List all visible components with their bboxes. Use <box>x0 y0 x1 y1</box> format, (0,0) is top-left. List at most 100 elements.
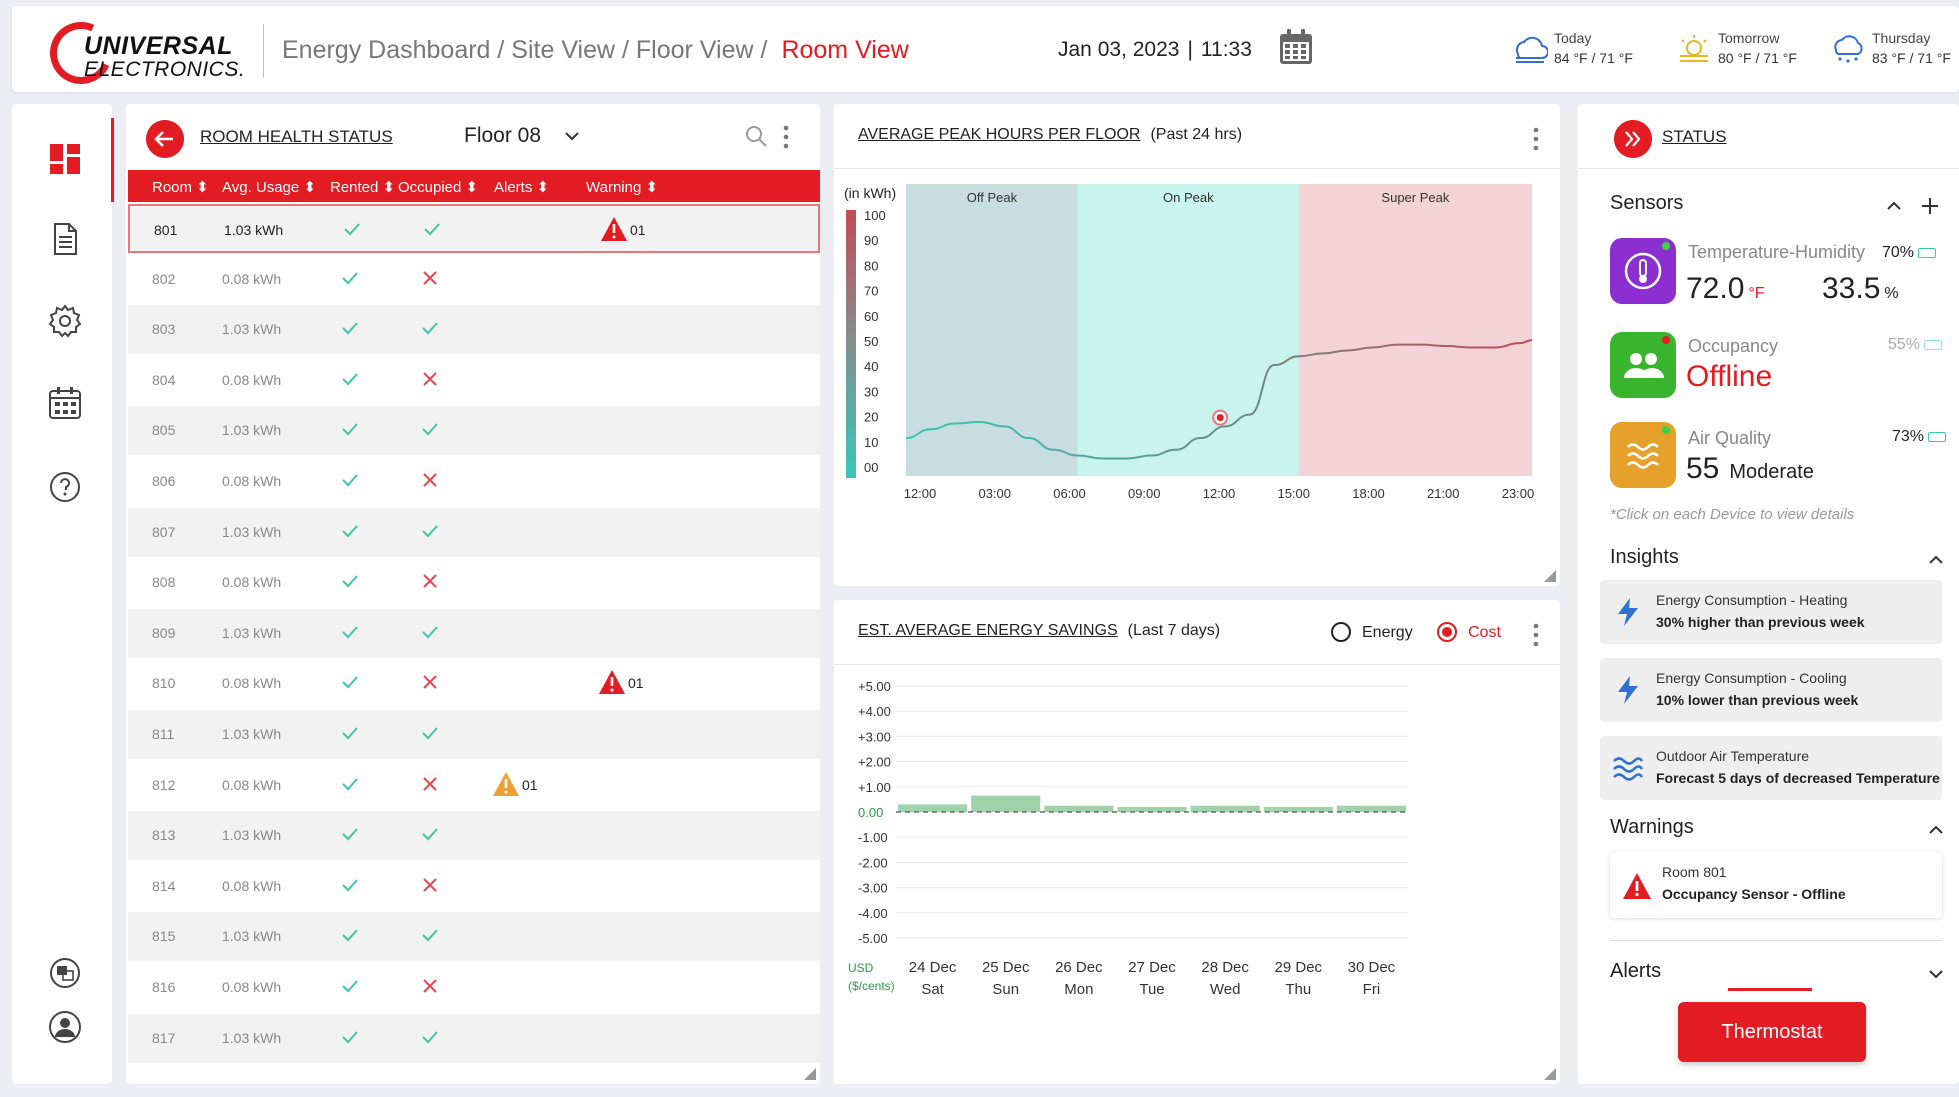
chevron-up-icon[interactable] <box>1928 822 1944 838</box>
table-row[interactable]: 804 0.08 kWh <box>128 356 820 405</box>
table-row[interactable]: 805 1.03 kWh <box>128 406 820 456</box>
y-tick-label: 30 <box>864 384 878 399</box>
peak-chart-subtitle: (Past 24 hrs) <box>1150 126 1243 143</box>
thermostat-button[interactable]: Thermostat <box>1678 1002 1866 1062</box>
weather-thursday: Thursday 83 °F / 71 °F <box>1830 30 1959 74</box>
table-row[interactable]: 811 1.03 kWh <box>128 710 820 759</box>
energy-radio-label[interactable]: Energy <box>1362 624 1413 642</box>
document-icon[interactable] <box>48 222 82 256</box>
check-icon <box>342 322 358 335</box>
date-time: Jan 03, 2023 | 11:33 <box>1058 38 1252 62</box>
x-tick-weekday: Sun <box>992 981 1019 998</box>
y-tick-label: -3.00 <box>858 881 888 896</box>
chevron-down-icon[interactable] <box>1928 966 1944 982</box>
room-number: 803 <box>152 321 176 338</box>
floor-selector[interactable]: Floor 08 <box>464 124 541 148</box>
search-icon[interactable] <box>744 124 768 148</box>
room-number: 809 <box>152 624 176 641</box>
y-tick-label: -5.00 <box>858 931 888 946</box>
calendar-nav-icon[interactable] <box>48 386 82 420</box>
add-sensor-icon[interactable] <box>1920 196 1940 216</box>
brand-logo[interactable]: UNIVERSAL ELECTRONICS. <box>41 13 250 93</box>
air-quality-sensor-tile[interactable] <box>1610 422 1676 488</box>
x-tick-label: 06:00 <box>1053 486 1086 501</box>
table-row[interactable]: 810 0.08 kWh 01 <box>128 659 820 708</box>
alert-triangle-icon[interactable] <box>492 771 520 797</box>
cost-radio-label[interactable]: Cost <box>1468 624 1501 642</box>
resize-handle-icon[interactable] <box>804 1068 816 1080</box>
chevron-up-icon[interactable] <box>1928 552 1944 568</box>
savings-bar <box>898 804 968 812</box>
cost-radio[interactable] <box>1436 621 1458 643</box>
calendar-icon[interactable] <box>1278 28 1314 66</box>
warning-room: Room 801 <box>1662 864 1727 880</box>
col-room[interactable]: Room ⬍ <box>152 178 209 196</box>
col-occupied[interactable]: Occupied ⬍ <box>398 178 478 196</box>
resize-handle-icon[interactable] <box>1544 570 1556 582</box>
back-arrow-button[interactable] <box>146 120 184 158</box>
table-row[interactable]: 816 0.08 kWh <box>128 963 820 1012</box>
x-tick-weekday: Sat <box>921 981 944 998</box>
settings-icon[interactable] <box>48 304 82 338</box>
col-rented[interactable]: Rented ⬍ <box>330 178 395 196</box>
header-divider <box>263 24 264 78</box>
table-row[interactable]: 809 1.03 kWh <box>128 608 820 658</box>
warning-triangle-icon[interactable] <box>600 216 628 242</box>
table-row[interactable]: 807 1.03 kWh <box>128 507 820 557</box>
table-row[interactable]: 813 1.03 kWh <box>128 811 820 861</box>
highlight-point <box>1216 414 1224 422</box>
resize-handle-icon[interactable] <box>1544 1068 1556 1080</box>
room-number: 805 <box>152 422 176 439</box>
insight-card[interactable]: Energy Consumption - Heating 30% higher … <box>1600 580 1942 644</box>
chevron-down-icon[interactable] <box>564 128 580 144</box>
insight-title: Outdoor Air Temperature <box>1656 748 1810 764</box>
translate-icon[interactable] <box>48 956 82 990</box>
y-axis-label-detail: ($/cents) <box>848 979 895 993</box>
collapse-panel-button[interactable] <box>1614 120 1652 158</box>
col-alerts[interactable]: Alerts ⬍ <box>494 178 549 196</box>
alerts-indicator <box>1728 988 1812 991</box>
y-tick-label: +5.00 <box>858 679 891 694</box>
sensor-note: *Click on each Device to view details <box>1610 506 1855 523</box>
col-usage[interactable]: Avg. Usage ⬍ <box>222 178 316 196</box>
more-options-icon[interactable] <box>782 124 790 150</box>
table-row[interactable]: 803 1.03 kWh <box>128 305 820 355</box>
table-row[interactable]: 806 0.08 kWh <box>128 457 820 506</box>
avg-usage: 1.03 kWh <box>224 222 284 238</box>
table-row[interactable]: 802 0.08 kWh <box>128 255 820 304</box>
check-icon <box>422 423 438 436</box>
more-options-icon[interactable] <box>1532 126 1540 152</box>
dashboard-icon[interactable] <box>48 142 82 176</box>
help-icon[interactable] <box>48 470 82 504</box>
avg-usage: 0.08 kWh <box>222 979 282 995</box>
breadcrumb-path[interactable]: Energy Dashboard / Site View / Floor Vie… <box>282 36 767 64</box>
occupancy-sensor-tile[interactable] <box>1610 332 1676 398</box>
savings-chart-heading: EST. AVERAGE ENERGY SAVINGS (Last 7 days) <box>858 622 1220 640</box>
peak-chart-title: AVERAGE PEAK HOURS PER FLOOR <box>858 126 1141 143</box>
temperature-sensor-tile[interactable] <box>1610 238 1676 304</box>
table-row[interactable]: 808 0.08 kWh <box>128 558 820 607</box>
y-tick-label: +3.00 <box>858 729 891 744</box>
energy-radio[interactable] <box>1330 621 1352 643</box>
check-icon <box>342 271 358 285</box>
table-row[interactable]: 801 1.03 kWh 01 <box>128 204 820 253</box>
table-row[interactable]: 812 0.08 kWh 01 <box>128 761 820 810</box>
table-row[interactable]: 814 0.08 kWh <box>128 862 820 911</box>
avg-usage: 1.03 kWh <box>222 1029 282 1046</box>
y-tick-label: 10 <box>864 435 878 450</box>
table-row[interactable]: 815 1.03 kWh <box>128 912 820 962</box>
profile-icon[interactable] <box>48 1010 82 1044</box>
col-warning[interactable]: Warning ⬍ <box>586 178 658 196</box>
warning-triangle-icon[interactable] <box>598 669 626 695</box>
check-icon <box>422 929 438 942</box>
table-row[interactable]: 817 1.03 kWh <box>128 1013 820 1063</box>
check-icon <box>342 828 358 841</box>
x-tick-label: 09:00 <box>1128 486 1161 501</box>
insight-card[interactable]: Outdoor Air Temperature Forecast 5 days … <box>1600 736 1942 800</box>
chevron-up-icon[interactable] <box>1886 198 1902 214</box>
avg-usage: 1.03 kWh <box>222 321 282 338</box>
insight-card[interactable]: Energy Consumption - Cooling 10% lower t… <box>1600 658 1942 722</box>
warning-card[interactable]: Room 801 Occupancy Sensor - Offline <box>1610 852 1942 918</box>
panel-divider <box>1578 168 1959 169</box>
more-options-icon[interactable] <box>1532 622 1540 648</box>
